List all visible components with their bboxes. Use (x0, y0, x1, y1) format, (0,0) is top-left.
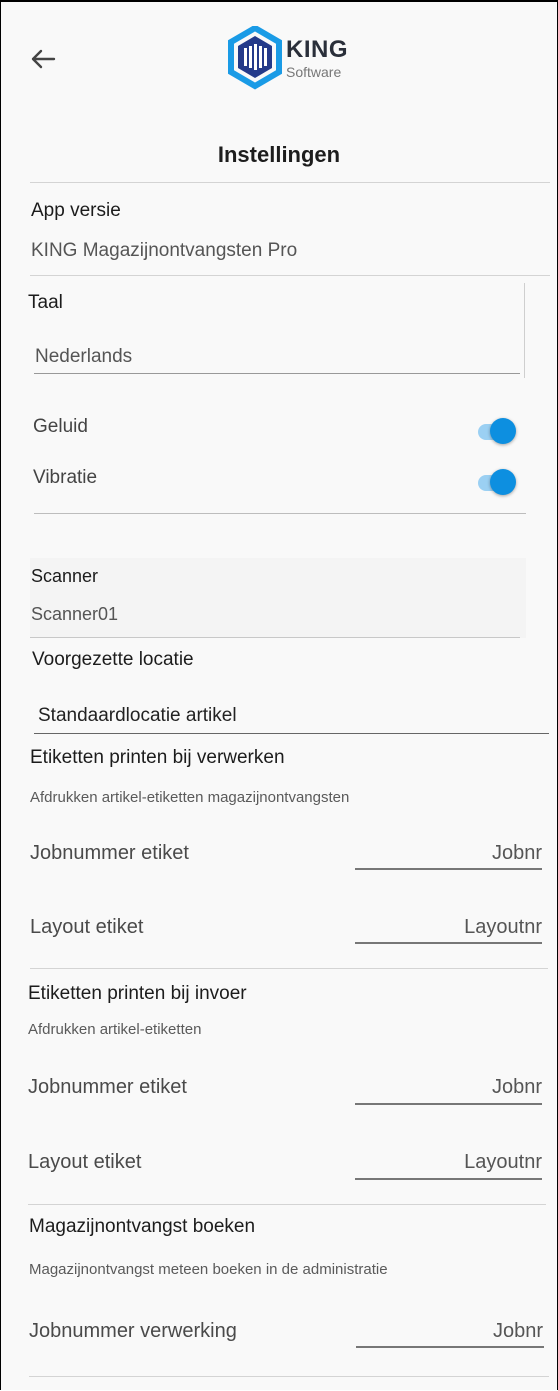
default-location-select[interactable]: Standaardlocatie artikel (38, 705, 237, 727)
divider (30, 275, 550, 276)
scanner-panel (30, 558, 526, 638)
book-receipt-title: Magazijnontvangst boeken (29, 1216, 256, 1237)
logo-text: KING (286, 36, 348, 63)
input-underline (355, 1178, 542, 1180)
processing-job-input[interactable]: Jobnr (357, 1320, 543, 1343)
input-underline (355, 868, 542, 870)
print-processing-description: Afdrukken artikel-etiketten magazijnontv… (30, 789, 350, 806)
divider (30, 968, 548, 969)
language-label: Taal (28, 292, 63, 313)
layout-label: Layout etiket (28, 1151, 142, 1173)
divider (29, 1376, 549, 1377)
layout-input[interactable]: Layoutnr (356, 1151, 542, 1174)
job-number-label: Jobnummer etiket (28, 1076, 187, 1098)
print-processing-title: Etiketten printen bij verwerken (30, 747, 285, 768)
processing-job-label: Jobnummer verwerking (29, 1320, 237, 1342)
input-underline (355, 1103, 542, 1105)
scanner-label: Scanner (31, 566, 99, 586)
default-location-underline (34, 733, 549, 734)
layout-input[interactable]: Layoutnr (356, 916, 542, 939)
app-version-label: App versie (31, 200, 121, 221)
logo-subtext: Software (286, 64, 342, 80)
language-select[interactable]: Nederlands (35, 346, 132, 368)
page-title: Instellingen (217, 142, 341, 167)
panel-edge (524, 283, 525, 378)
vibration-toggle[interactable] (474, 467, 518, 497)
toggle-knob (490, 469, 516, 495)
scanner-value[interactable]: Scanner01 (31, 604, 118, 625)
divider (28, 1204, 546, 1205)
frame-border (0, 0, 558, 2)
app-version-value: KING Magazijnontvangsten Pro (31, 240, 298, 261)
toggle-knob (490, 418, 516, 444)
layout-label: Layout etiket (30, 916, 144, 938)
sound-label: Geluid (33, 416, 88, 437)
sound-toggle[interactable] (474, 416, 518, 446)
input-underline (355, 942, 542, 944)
king-logo: KING Software (228, 26, 358, 90)
book-receipt-description: Magazijnontvangst meteen boeken in de ad… (29, 1261, 388, 1278)
job-number-input[interactable]: Jobnr (356, 1076, 542, 1099)
print-input-title: Etiketten printen bij invoer (28, 983, 247, 1004)
divider (30, 182, 550, 183)
input-underline (356, 1346, 544, 1348)
divider (30, 637, 520, 638)
job-number-input[interactable]: Jobnr (356, 842, 542, 865)
job-number-label: Jobnummer etiket (30, 842, 189, 864)
divider (34, 513, 526, 514)
vibration-label: Vibratie (33, 467, 98, 488)
arrow-left-icon[interactable] (28, 44, 58, 74)
language-underline (34, 373, 520, 374)
default-location-label: Voorgezette locatie (32, 649, 194, 670)
print-input-description: Afdrukken artikel-etiketten (28, 1021, 202, 1038)
